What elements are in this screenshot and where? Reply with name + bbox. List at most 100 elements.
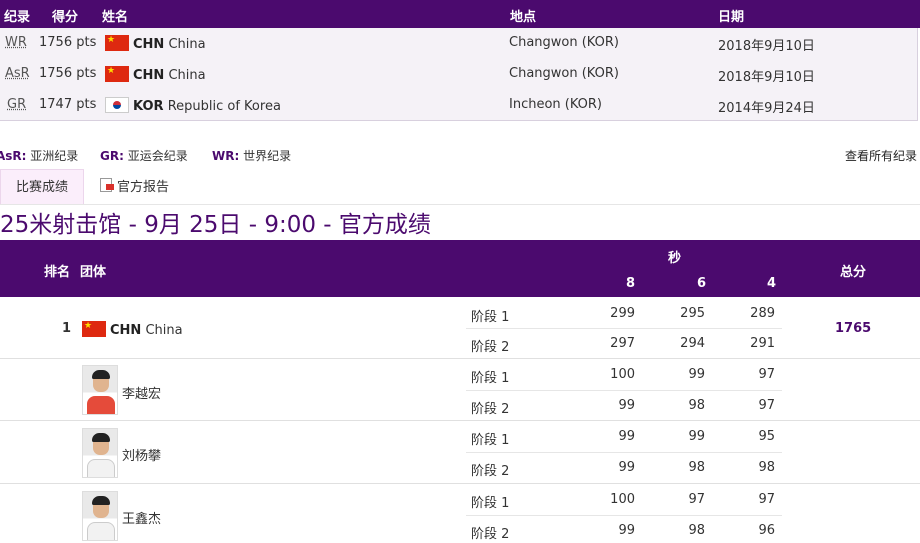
records-table: WR 1756 pts CHN China Changwon (KOR) 201…: [0, 28, 918, 121]
score-8s: 99: [618, 460, 635, 475]
athlete-name[interactable]: 王鑫杰: [122, 508, 161, 527]
record-country: Republic of Korea: [167, 99, 281, 114]
legend-gr: GR: 亚运会纪录: [100, 147, 188, 164]
record-noc: KOR: [133, 99, 164, 114]
score-8s: 297: [610, 336, 635, 351]
legend-wr: WR: 世界纪录: [212, 147, 291, 164]
china-flag-icon: [105, 34, 129, 51]
records-col-venue: 地点: [510, 10, 537, 25]
results-col-4s: 4: [767, 276, 777, 291]
record-code[interactable]: GR: [7, 97, 26, 112]
score-6s: 98: [688, 523, 705, 538]
legend-wr-label: 世界纪录: [243, 149, 292, 163]
score-8s: 99: [618, 429, 635, 444]
stage-label: 阶段 2: [471, 527, 510, 542]
record-score: 1756 pts: [39, 35, 97, 50]
score-6s: 97: [688, 492, 705, 507]
score-6s: 294: [680, 336, 705, 351]
record-code[interactable]: WR: [5, 35, 27, 50]
athlete-row: 刘杨攀 阶段 1 99 99 95 阶段 2 99 98 98: [0, 421, 920, 484]
records-col-code: 纪录: [4, 10, 31, 25]
score-4s: 97: [758, 398, 775, 413]
record-code[interactable]: AsR: [5, 66, 30, 81]
stage-divider: [466, 452, 782, 453]
score-6s: 295: [680, 306, 705, 321]
score-4s: 98: [758, 460, 775, 475]
stage-label: 阶段 1: [471, 371, 510, 386]
china-flag-icon: [105, 65, 129, 82]
record-date: 2018年9月10日: [718, 70, 815, 85]
score-6s: 98: [688, 398, 705, 413]
team-country: China: [145, 323, 183, 338]
record-score: 1747 pts: [39, 97, 97, 112]
results-col-seconds: 秒: [668, 251, 682, 266]
athlete-row: 李越宏 阶段 1 100 99 97 阶段 2 99 98 97: [0, 359, 920, 421]
score-4s: 96: [758, 523, 775, 538]
athlete-row: 王鑫杰 阶段 1 100 97 97 阶段 2 99 98 96: [0, 484, 920, 543]
record-venue: Incheon (KOR): [509, 97, 603, 112]
korea-flag-icon: [105, 97, 129, 113]
record-venue: Changwon (KOR): [509, 35, 619, 50]
tab-report-label: 官方报告: [117, 180, 170, 195]
record-country: China: [168, 68, 206, 83]
record-venue: Changwon (KOR): [509, 66, 619, 81]
score-4s: 97: [758, 492, 775, 507]
pdf-icon: [100, 178, 114, 192]
results-col-6s: 6: [697, 276, 707, 291]
stage-divider: [466, 390, 782, 391]
record-row: AsR 1756 pts CHN China Changwon (KOR) 20…: [0, 59, 918, 90]
score-8s: 99: [618, 523, 635, 538]
stage-label: 阶段 1: [471, 496, 510, 511]
score-8s: 100: [610, 367, 635, 382]
record-row: GR 1747 pts KOR Republic of Korea Incheo…: [0, 90, 918, 121]
athlete-photo: [82, 365, 118, 415]
results-col-8s: 8: [626, 276, 636, 291]
athlete-photo: [82, 428, 118, 478]
score-6s: 98: [688, 460, 705, 475]
team-rank: 1: [62, 321, 72, 336]
legend-wr-key: WR:: [212, 149, 240, 163]
stage-divider: [466, 515, 782, 516]
score-6s: 99: [688, 429, 705, 444]
legend-gr-key: GR:: [100, 149, 124, 163]
view-all-records-link[interactable]: 查看所有纪录: [845, 147, 917, 164]
team-noc: CHN: [110, 323, 142, 338]
athlete-name[interactable]: 刘杨攀: [122, 445, 161, 464]
score-4s: 97: [758, 367, 775, 382]
team-row: 1 CHN China 阶段 1 299 295 289 阶段 2 297 29…: [0, 297, 920, 359]
score-4s: 289: [750, 306, 775, 321]
results-header: 排名 团体 秒 8 6 4 总分: [0, 240, 920, 297]
stage-label: 阶段 2: [471, 402, 510, 417]
score-8s: 299: [610, 306, 635, 321]
records-col-score: 得分: [52, 10, 79, 25]
record-holder: CHN China: [105, 65, 206, 83]
record-date: 2018年9月10日: [718, 39, 815, 54]
results-col-team: 团体: [80, 265, 107, 280]
score-8s: 99: [618, 398, 635, 413]
tab-results[interactable]: 比赛成绩: [0, 169, 84, 205]
records-col-name: 姓名: [102, 10, 129, 25]
records-header: 纪录 得分 姓名 地点 日期: [0, 0, 920, 28]
legend-asr-key: AsR:: [0, 149, 27, 163]
record-date: 2014年9月24日: [718, 101, 815, 116]
record-country: China: [168, 37, 206, 52]
tab-official-report[interactable]: 官方报告: [100, 176, 169, 195]
results-col-rank: 排名: [44, 265, 71, 280]
stage-label: 阶段 1: [471, 433, 510, 448]
stage-label: 阶段 2: [471, 340, 510, 355]
legend-asr: AsR: 亚洲纪录: [0, 147, 78, 164]
team-total: 1765: [835, 321, 872, 336]
results-col-total: 总分: [840, 265, 867, 280]
athlete-name[interactable]: 李越宏: [122, 383, 161, 402]
record-holder: KOR Republic of Korea: [105, 97, 281, 114]
stage-label: 阶段 1: [471, 310, 510, 325]
score-8s: 100: [610, 492, 635, 507]
record-noc: CHN: [133, 68, 165, 83]
records-col-date: 日期: [718, 10, 745, 25]
record-score: 1756 pts: [39, 66, 97, 81]
score-4s: 95: [758, 429, 775, 444]
legend-gr-label: 亚运会纪录: [127, 149, 188, 163]
record-holder: CHN China: [105, 34, 206, 52]
stage-divider: [466, 328, 782, 329]
page-title: 25米射击馆 - 9月 25日 - 9:00 - 官方成绩: [0, 212, 431, 238]
